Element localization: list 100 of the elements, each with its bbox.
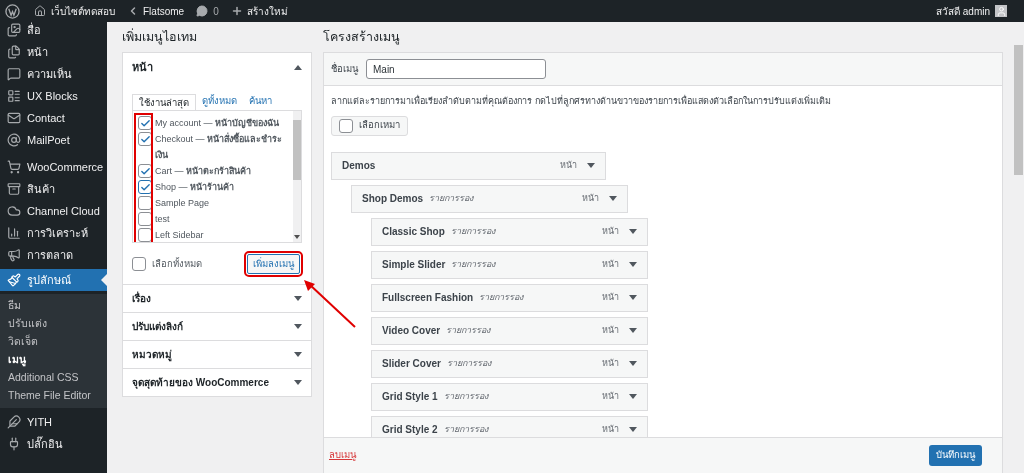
sidebar-item[interactable]: YITH [7,413,53,431]
menu-item-bar[interactable]: Simple Slider รายการรอง หน้า [371,250,648,279]
checkbox[interactable] [339,118,353,133]
expand-arrow-icon[interactable] [294,352,302,357]
menu-name-field[interactable]: Main [366,59,546,79]
site-name-link[interactable]: เว็บไซต์ทดสอบ [34,3,115,19]
expand-arrow-icon[interactable] [629,427,637,432]
submenu-item[interactable]: เมนู [0,351,107,369]
accordion-section[interactable]: หมวดหมู่ [123,341,311,369]
submenu-item[interactable]: Theme File Editor [0,387,107,405]
sidebar-item[interactable]: Channel Cloud [7,202,100,220]
checkbox[interactable] [132,257,146,271]
submenu-item[interactable]: ธีม [0,297,107,315]
checkbox[interactable] [138,180,152,194]
checkbox[interactable] [138,228,152,242]
menu-item-subtitle: รายการรอง [450,224,495,238]
archive-icon [7,182,21,196]
menu-item-subtitle: รายการรอง [479,290,524,304]
menu-item-type: หน้า [602,257,619,271]
cart-icon [7,160,21,174]
page-label: My account — หน้าบัญชีของฉัน [155,117,281,131]
menu-item-subtitle: รายการรอง [451,257,496,271]
menu-item-title: Video Cover [382,324,441,338]
menu-item-bar[interactable]: Demos หน้า [331,151,606,180]
expand-arrow-icon[interactable] [629,394,637,399]
sidebar-item[interactable]: สินค้า [7,180,55,198]
menu-name-label: ชื่อเมนู [331,61,358,77]
page-label: test [155,213,171,226]
expand-arrow-icon[interactable] [629,229,637,234]
checkbox[interactable] [138,116,152,130]
collapse-arrow-icon[interactable] [294,64,302,70]
wordpress-logo[interactable] [5,3,20,19]
menu-item-type: หน้า [602,389,619,403]
sidebar-item[interactable]: สื่อ [7,22,41,39]
expand-arrow-icon[interactable] [609,196,617,201]
menu-item-title: Simple Slider [382,258,446,272]
save-menu-button[interactable]: บันทึกเมนู [929,445,982,466]
expand-arrow-icon[interactable] [294,296,302,301]
sidebar-item[interactable]: MailPoet [7,131,70,149]
menu-item-subtitle: รายการรอง [443,389,488,403]
menu-item-bar[interactable]: Grid Style 1 รายการรอง หน้า [371,382,648,411]
expand-arrow-icon[interactable] [294,324,302,329]
bulk-select-button[interactable]: เลือกเหมา [331,115,408,136]
feather-icon [7,415,21,429]
speech-bubble-icon [7,67,21,81]
menu-item-title: Demos [342,159,376,173]
panel-heading: โครงสร้างเมนู [323,28,401,47]
page-label: Checkout — หน้าสั่งซื้อและชำระเงิน [155,131,284,162]
menu-item-subtitle: รายการรอง [443,422,488,436]
sidebar-item[interactable]: ความเห็น [7,65,72,83]
new-link[interactable]: สร้างใหม่ [230,3,288,19]
tab[interactable]: ดูทั้งหมด [196,93,243,110]
menu-item-bar[interactable]: Shop Demos รายการรอง หน้า [351,184,628,213]
sidebar-item[interactable]: การตลาด [7,246,73,264]
expand-arrow-icon[interactable] [629,328,637,333]
scroll-down-arrow-icon[interactable] [294,235,300,239]
accordion-section[interactable]: จุดสุดท้ายของ WooCommerce [123,369,311,397]
menu-item-type: หน้า [602,224,619,238]
expand-arrow-icon[interactable] [629,361,637,366]
menu-item-bar[interactable]: Slider Cover รายการรอง หน้า [371,349,648,378]
pages-icon [7,45,21,59]
sidebar-item[interactable]: UX Blocks [7,87,78,105]
accordion-section[interactable]: ปรับแต่งลิงก์ [123,313,311,341]
expand-arrow-icon[interactable] [629,262,637,267]
instructions-text: ลากแต่ละรายการมาเพื่อเรียงลำดับตามที่คุณต้องการ กดไปที่ลูกศรทางด้านขวาของรายการเพื่อแสดงตัวเลือกในการปรับแต่งเพิ่มเติม [330,95,832,109]
checkbox[interactable] [138,132,152,146]
sidebar-item[interactable]: WooCommerce [7,158,104,176]
speech-bubble-icon [196,5,209,17]
checkbox[interactable] [138,212,152,226]
annotation-arrow [303,279,357,329]
menu-item-type: หน้า [602,290,619,304]
avatar-icon [995,5,1007,17]
menu-item-bar[interactable]: Video Cover รายการรอง หน้า [371,316,648,345]
theme-link[interactable]: Flatsome [127,3,185,19]
add-to-menu-button[interactable]: เพิ่มลงเมนู [247,254,300,274]
sidebar-item[interactable]: การวิเคราะห์ [7,224,88,242]
menu-item-bar[interactable]: Classic Shop รายการรอง หน้า [371,217,648,246]
submenu-item[interactable]: วิดเจ็ต [0,333,107,351]
tab[interactable]: ค้นหา [243,93,278,110]
checkbox[interactable] [138,164,152,178]
expand-arrow-icon[interactable] [629,295,637,300]
megaphone-icon [7,248,21,262]
expand-arrow-icon[interactable] [587,163,595,168]
checkbox[interactable] [138,196,152,210]
list-scrollbar[interactable] [293,111,301,242]
menu-item-type: หน้า [602,422,619,436]
sidebar-item[interactable]: หน้า [7,43,48,61]
delete-menu-link[interactable]: ลบเมนู [329,448,356,463]
submenu-item[interactable]: ปรับแต่ง [0,315,107,333]
expand-arrow-icon[interactable] [294,380,302,385]
images-icon [7,23,21,37]
menu-item-bar[interactable]: Grid Style 2 รายการรอง หน้า [371,415,648,437]
account-link[interactable]: สวัสดี admin [936,3,1007,19]
sidebar-item[interactable]: Contact [7,109,65,127]
section-header[interactable]: หน้า [123,53,311,81]
plug-icon [7,437,21,451]
menu-item-bar[interactable]: Fullscreen Fashion รายการรอง หน้า [371,283,648,312]
submenu-item[interactable]: Additional CSS [0,369,107,387]
sidebar-item[interactable]: ปลั๊กอิน [7,435,63,453]
comments-link[interactable]: 0 [196,3,219,19]
